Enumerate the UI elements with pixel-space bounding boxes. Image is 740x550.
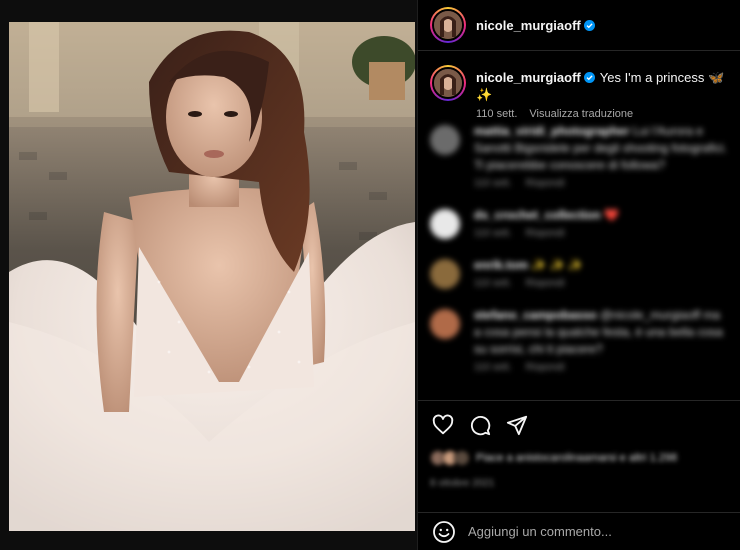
post-header: nicole_murgiaoff xyxy=(418,0,740,51)
comment-text: ✨ ✨ ✨ xyxy=(531,258,583,272)
comment-username[interactable]: mattia_viridi_photographer xyxy=(474,124,629,138)
verified-icon xyxy=(583,72,595,83)
translate-link[interactable]: Visualizza traduzione xyxy=(529,108,633,120)
author-avatar[interactable] xyxy=(430,7,466,43)
author-username[interactable]: nicole_murgiaoff xyxy=(476,18,581,33)
comment-item: mattia_viridi_photographer Lui l'Aurora … xyxy=(418,123,740,189)
comment-icon xyxy=(471,415,491,435)
caption-username[interactable]: nicole_murgiaoff xyxy=(476,70,581,85)
caption-author-avatar[interactable] xyxy=(430,65,466,101)
comment-avatar[interactable] xyxy=(430,125,460,155)
emoji-button[interactable] xyxy=(432,520,456,544)
reply-button[interactable]: Rispondi xyxy=(526,178,565,189)
verified-icon xyxy=(583,19,595,31)
post-actions xyxy=(418,400,740,448)
comment-text: ❤️ xyxy=(604,208,620,222)
caption-timestamp[interactable]: 110 sett. xyxy=(476,108,517,120)
comment-button[interactable] xyxy=(467,412,493,438)
liker-avatar xyxy=(454,450,470,466)
comment-username[interactable]: ds_crochet_collection xyxy=(474,208,601,222)
post-side-panel: nicole_murgiaoff nicole_murgiaoff Yes I'm… xyxy=(417,0,740,550)
comment-avatar[interactable] xyxy=(430,309,460,339)
post-media-area xyxy=(0,0,417,550)
comment-item: stefano_campobasso @nicole_murgiaoff ma … xyxy=(418,307,740,373)
reply-button[interactable]: Rispondi xyxy=(526,228,565,239)
likes-text[interactable]: Piace a anistocarolinaamarsi e altri 1.2… xyxy=(476,452,677,464)
reply-button[interactable]: Rispondi xyxy=(526,362,565,373)
heart-icon xyxy=(432,414,454,434)
comment-item: enrik.tom ✨ ✨ ✨ 110 sett. Rispondi xyxy=(418,257,740,289)
comment-username[interactable]: enrik.tom xyxy=(474,258,528,272)
comments-list: mattia_viridi_photographer Lui l'Aurora … xyxy=(418,123,740,400)
comment-avatar[interactable] xyxy=(430,209,460,239)
likes-section: Piace a anistocarolinaamarsi e altri 1.2… xyxy=(430,450,730,489)
comment-item: ds_crochet_collection ❤️ 110 sett. Rispon… xyxy=(418,207,740,239)
share-icon xyxy=(506,415,528,435)
post-date: 8 ottobre 2021 xyxy=(430,478,495,489)
like-button[interactable] xyxy=(430,412,456,438)
comment-avatar[interactable] xyxy=(430,259,460,289)
comment-time: 110 sett. xyxy=(474,278,512,289)
comment-time: 110 sett. xyxy=(474,228,512,239)
add-comment-bar xyxy=(418,512,740,550)
comment-time: 110 sett. xyxy=(474,178,512,189)
comment-time: 110 sett. xyxy=(474,362,512,373)
emoji-icon xyxy=(433,520,455,543)
comment-username[interactable]: stefano_campobasso xyxy=(474,308,597,322)
comment-input[interactable] xyxy=(468,524,708,539)
share-button[interactable] xyxy=(504,412,530,438)
reply-button[interactable]: Rispondi xyxy=(526,278,565,289)
post-photo[interactable] xyxy=(9,22,415,531)
